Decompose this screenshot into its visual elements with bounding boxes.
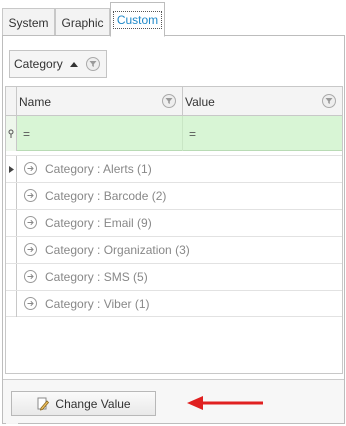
group-row[interactable]: Category : Viber (1) bbox=[6, 290, 342, 317]
change-value-label: Change Value bbox=[55, 396, 131, 411]
red-arrow-icon bbox=[187, 396, 263, 410]
pencil-icon bbox=[36, 397, 50, 411]
group-rows: Category : Alerts (1) Category : Barcode… bbox=[6, 155, 342, 317]
group-chip-label: Category bbox=[14, 57, 63, 71]
column-header-name[interactable]: Name bbox=[17, 87, 183, 116]
expand-group-icon[interactable] bbox=[24, 297, 37, 310]
group-row[interactable]: Category : Barcode (2) bbox=[6, 182, 342, 209]
grid-header: Name Value bbox=[6, 87, 342, 116]
tab-system-label: System bbox=[8, 15, 49, 30]
name-filter-cell[interactable]: = bbox=[17, 116, 183, 151]
tab-graphic-label: Graphic bbox=[61, 15, 104, 30]
change-value-button[interactable]: Change Value bbox=[11, 391, 156, 416]
custom-settings-panel: Category Name Value = = Category: Alert… bbox=[2, 35, 345, 424]
expand-group-icon[interactable] bbox=[24, 216, 37, 229]
tab-custom-label: Custom bbox=[112, 10, 163, 29]
sort-ascending-icon bbox=[69, 61, 78, 67]
pin-icon bbox=[8, 129, 14, 138]
expand-group-icon[interactable] bbox=[24, 189, 37, 202]
row-indicator bbox=[6, 264, 17, 290]
value-column-filter-icon[interactable] bbox=[322, 94, 336, 108]
focused-row-arrow-icon bbox=[8, 165, 14, 173]
tab-graphic[interactable]: Graphic bbox=[55, 8, 110, 36]
action-bar: Change Value bbox=[3, 379, 344, 423]
tab-custom[interactable]: Custom bbox=[110, 2, 165, 37]
group-row-label: Category : SMS (5) bbox=[45, 270, 148, 284]
group-row[interactable]: Category : Organization (3) bbox=[6, 236, 342, 263]
column-header-name-label: Name bbox=[19, 94, 52, 109]
row-indicator bbox=[6, 237, 17, 263]
group-row-label: Category : Organization (3) bbox=[45, 243, 190, 257]
group-by-category-chip[interactable]: Category bbox=[9, 50, 107, 78]
group-row[interactable]: Category : Email (9) bbox=[6, 209, 342, 236]
group-row-label: Category : Email (9) bbox=[45, 216, 152, 230]
row-indicator bbox=[6, 156, 17, 182]
group-row-label: Category : Viber (1) bbox=[45, 297, 150, 311]
value-filter-operator: = bbox=[189, 126, 197, 141]
filter-icon[interactable] bbox=[86, 57, 100, 71]
group-row[interactable]: Category : SMS (5) bbox=[6, 263, 342, 290]
expand-group-icon[interactable] bbox=[24, 243, 37, 256]
name-column-filter-icon[interactable] bbox=[162, 94, 176, 108]
filter-row-indicator bbox=[6, 116, 17, 151]
value-filter-cell[interactable]: = bbox=[183, 116, 342, 151]
group-row[interactable]: Category : Alerts (1) bbox=[6, 155, 342, 182]
column-header-value[interactable]: Value bbox=[183, 87, 342, 116]
tab-system[interactable]: System bbox=[2, 8, 55, 36]
group-row-label: Category : Alerts (1) bbox=[45, 162, 152, 176]
row-indicator bbox=[6, 210, 17, 236]
settings-grid: Name Value = = Category: Alerts (1) Cat… bbox=[5, 86, 344, 424]
name-filter-operator: = bbox=[23, 126, 31, 141]
group-row-label: Category : Barcode (2) bbox=[45, 189, 167, 203]
expand-group-icon[interactable] bbox=[24, 162, 37, 175]
row-indicator bbox=[6, 183, 17, 209]
auto-filter-row: = = bbox=[6, 116, 342, 151]
expand-group-icon[interactable] bbox=[24, 270, 37, 283]
row-indicator bbox=[6, 291, 17, 317]
header-indicator-cell bbox=[6, 87, 17, 116]
column-header-value-label: Value bbox=[185, 94, 215, 109]
